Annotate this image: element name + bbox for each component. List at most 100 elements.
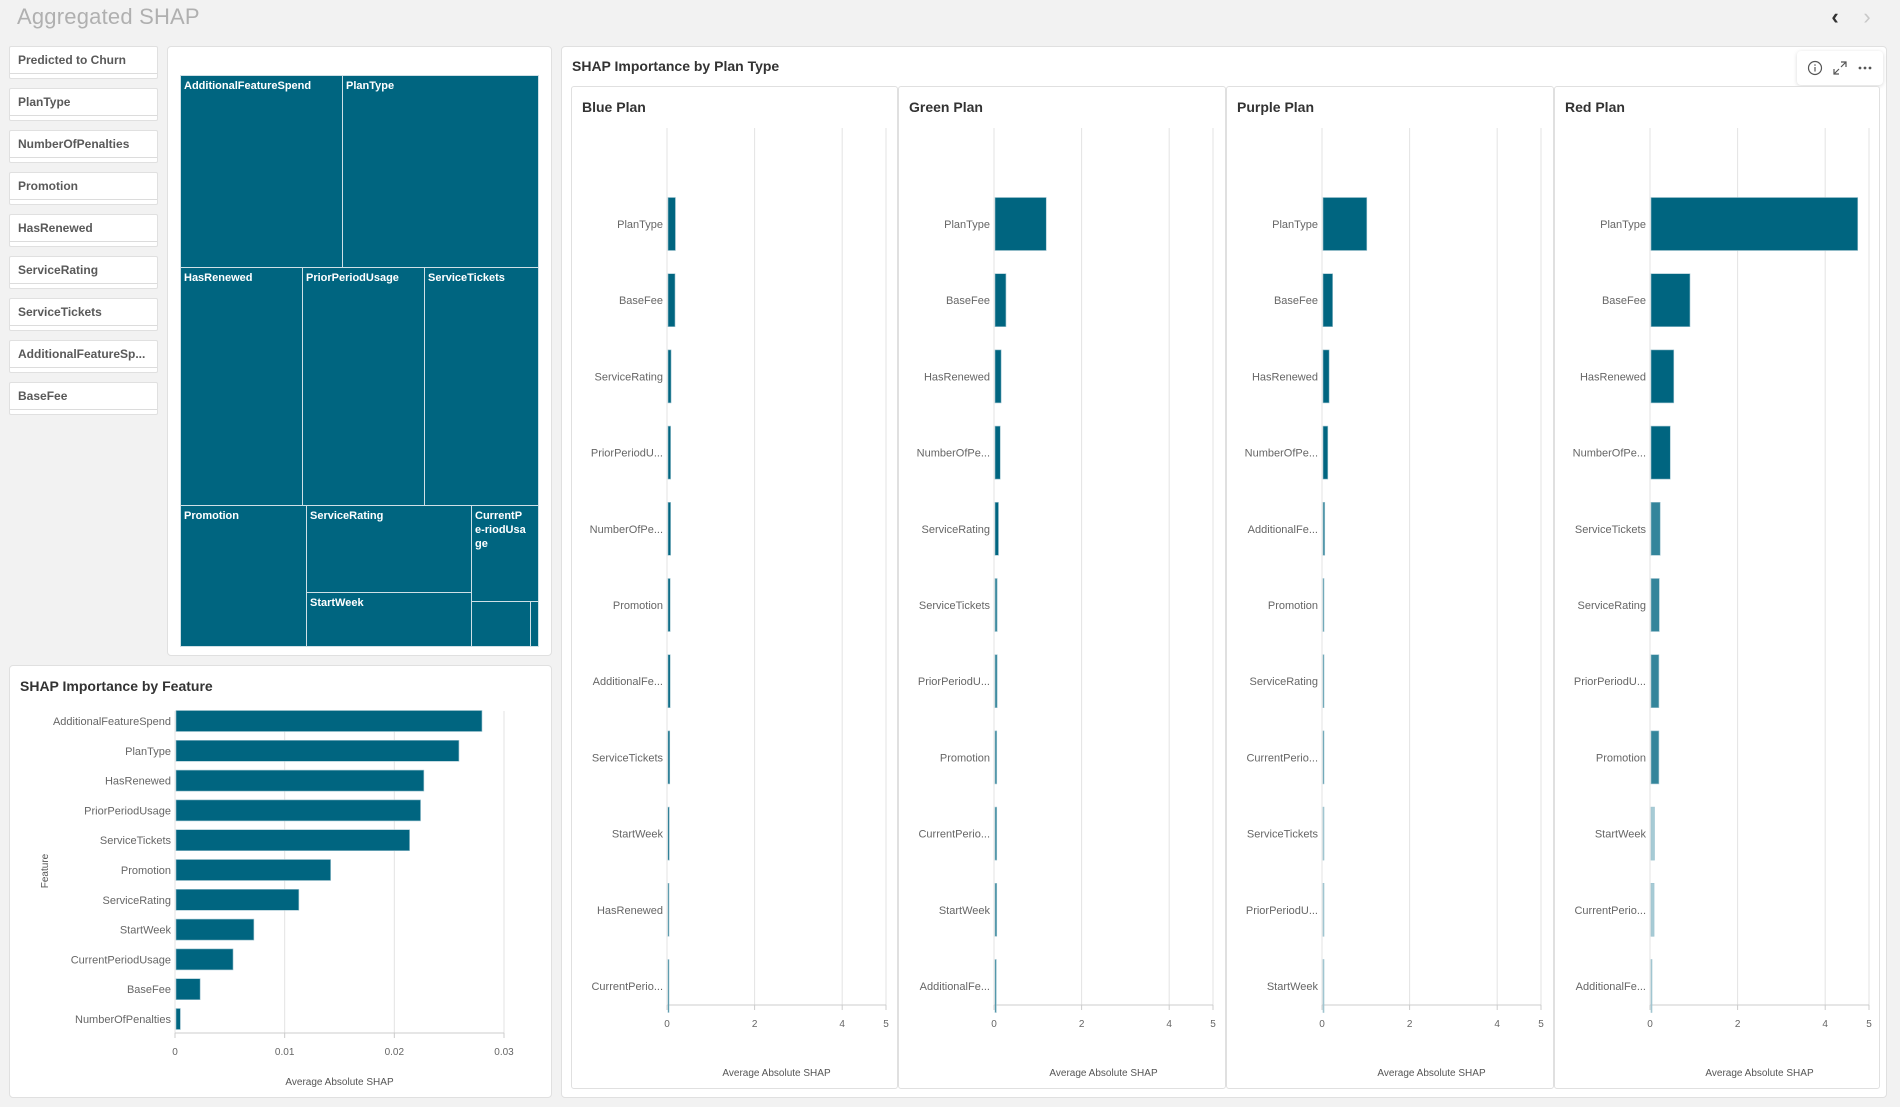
bar-additionalfe[interactable] bbox=[1650, 959, 1653, 1013]
treemap-cell-promotion[interactable]: Promotion bbox=[180, 505, 307, 647]
bar-servicetickets[interactable] bbox=[994, 578, 998, 632]
filter-predicted-to-churn[interactable]: Predicted to Churn bbox=[9, 46, 158, 79]
y-tick-label: ServiceRating bbox=[922, 524, 990, 536]
bar-servicetickets[interactable] bbox=[1650, 501, 1661, 556]
bar-hasrenewed[interactable] bbox=[1322, 349, 1330, 404]
bar-currentperio[interactable] bbox=[1322, 730, 1325, 785]
bar-currentperio[interactable] bbox=[1650, 882, 1655, 937]
bar-servicerating[interactable] bbox=[1650, 578, 1660, 632]
bar-servicetickets[interactable] bbox=[667, 730, 671, 785]
bar-hasrenewed[interactable] bbox=[994, 349, 1002, 404]
bar-additionalfe[interactable] bbox=[1322, 501, 1326, 556]
bar-numberofpe[interactable] bbox=[994, 425, 1001, 480]
treemap-cell-numberofpenalties[interactable] bbox=[530, 601, 539, 647]
bar-hasrenewed[interactable] bbox=[667, 882, 670, 937]
plan-panel-title: SHAP Importance by Plan Type bbox=[572, 58, 780, 74]
bar-basefee[interactable] bbox=[1322, 273, 1333, 327]
info-icon[interactable] bbox=[1805, 58, 1825, 78]
bar-promotion[interactable] bbox=[1322, 578, 1325, 632]
bar-basefee[interactable] bbox=[175, 978, 201, 1001]
bar-plantype[interactable] bbox=[994, 197, 1047, 251]
bar-plantype[interactable] bbox=[667, 197, 676, 251]
purple-plan-panel: Purple Plan 0 2 4 5 Average Absolute SHAP Pla… bbox=[1226, 86, 1554, 1089]
bar-promotion[interactable] bbox=[994, 730, 998, 785]
bar-startweek[interactable] bbox=[994, 882, 998, 937]
treemap-cell-startweek[interactable]: StartWeek bbox=[306, 592, 472, 647]
treemap-cell-priorperiodusage[interactable]: PriorPeriodUsage bbox=[302, 267, 425, 506]
bar-numberofpe[interactable] bbox=[1650, 425, 1671, 480]
bar-priorperiodu[interactable] bbox=[667, 425, 671, 480]
bar-basefee[interactable] bbox=[667, 273, 676, 327]
filter-basefee[interactable]: BaseFee bbox=[9, 382, 158, 415]
y-tick-label: PlanType bbox=[125, 746, 171, 758]
more-icon[interactable] bbox=[1855, 58, 1875, 78]
y-tick-label: CurrentPerio... bbox=[1574, 905, 1646, 917]
bar-additionalfe[interactable] bbox=[667, 654, 671, 709]
bar-plantype[interactable] bbox=[1322, 197, 1368, 251]
bar-startweek[interactable] bbox=[175, 918, 255, 941]
bar-priorperiodu[interactable] bbox=[1322, 882, 1325, 937]
bar-servicerating[interactable] bbox=[175, 889, 300, 911]
filter-hasrenewed[interactable]: HasRenewed bbox=[9, 214, 158, 247]
bar-plantype[interactable] bbox=[175, 740, 460, 762]
bar-startweek[interactable] bbox=[1650, 806, 1655, 861]
filter-numberofpenalties[interactable]: NumberOfPenalties bbox=[9, 130, 158, 163]
bar-basefee[interactable] bbox=[1650, 273, 1691, 327]
expand-icon[interactable] bbox=[1830, 58, 1850, 78]
previous-sheet-button[interactable]: ‹ bbox=[1823, 4, 1847, 30]
bar-priorperiodu[interactable] bbox=[1650, 654, 1660, 709]
filter-label: HasRenewed bbox=[18, 221, 93, 235]
bar-servicetickets[interactable] bbox=[175, 829, 410, 851]
treemap-cell-plantype[interactable]: PlanType bbox=[342, 75, 539, 268]
bar-currentperiodusage[interactable] bbox=[175, 948, 234, 971]
treemap-cell-hasrenewed[interactable]: HasRenewed bbox=[180, 267, 303, 506]
filter-divider bbox=[10, 367, 157, 368]
bar-additionalfe[interactable] bbox=[994, 959, 997, 1013]
y-tick-label: NumberOfPenalties bbox=[75, 1014, 171, 1026]
treemap-cell-basefee[interactable] bbox=[471, 601, 531, 647]
bar-priorperiodusage[interactable] bbox=[175, 799, 421, 822]
bar-servicerating[interactable] bbox=[994, 501, 999, 556]
filter-divider bbox=[10, 283, 157, 284]
x-tick-label: 2 bbox=[1079, 1019, 1085, 1030]
next-sheet-button[interactable]: › bbox=[1855, 4, 1879, 30]
filter-promotion[interactable]: Promotion bbox=[9, 172, 158, 205]
filter-servicetickets[interactable]: ServiceTickets bbox=[9, 298, 158, 331]
bar-servicerating[interactable] bbox=[1322, 654, 1325, 709]
bar-promotion[interactable] bbox=[175, 859, 331, 881]
treemap-cell-additionalfeaturespend[interactable]: AdditionalFeatureSpend bbox=[180, 75, 343, 268]
treemap-cell-servicerating[interactable]: ServiceRating bbox=[306, 505, 472, 593]
filter-servicerating[interactable]: ServiceRating bbox=[9, 256, 158, 289]
treemap-cell-servicetickets[interactable]: ServiceTickets bbox=[424, 267, 539, 506]
bar-servicetickets[interactable] bbox=[1322, 806, 1325, 861]
bar-currentperio[interactable] bbox=[994, 806, 998, 861]
bar-hasrenewed[interactable] bbox=[175, 769, 425, 792]
bar-startweek[interactable] bbox=[1322, 959, 1325, 1013]
bar-promotion[interactable] bbox=[667, 578, 671, 632]
y-tick-label: CurrentPerio... bbox=[591, 981, 663, 993]
filter-plantype[interactable]: PlanType bbox=[9, 88, 158, 121]
bar-priorperiodu[interactable] bbox=[994, 654, 998, 709]
y-tick-label: NumberOfPe... bbox=[1245, 448, 1318, 460]
bar-numberofpe[interactable] bbox=[1322, 425, 1329, 480]
y-tick-label: BaseFee bbox=[127, 984, 171, 996]
bar-startweek[interactable] bbox=[667, 806, 670, 861]
filter-pane: Predicted to Churn PlanType NumberOfPena… bbox=[9, 46, 158, 424]
bar-numberofpe[interactable] bbox=[667, 501, 671, 556]
x-tick-label: 4 bbox=[839, 1019, 845, 1030]
filter-label: ServiceRating bbox=[18, 263, 99, 277]
x-tick-label: 0.03 bbox=[494, 1047, 514, 1058]
treemap-cell-currentperiodusage[interactable]: CurrentPe-riodUsage bbox=[471, 505, 539, 602]
bar-hasrenewed[interactable] bbox=[1650, 349, 1675, 404]
bar-promotion[interactable] bbox=[1650, 730, 1660, 785]
bar-basefee[interactable] bbox=[994, 273, 1007, 327]
bar-numberofpenalties[interactable] bbox=[175, 1008, 181, 1030]
filter-additionalfeaturespend[interactable]: AdditionalFeatureSp... bbox=[9, 340, 158, 373]
bar-currentperio[interactable] bbox=[667, 959, 670, 1013]
x-tick-label: 4 bbox=[1166, 1019, 1172, 1030]
bar-additionalfeaturespend[interactable] bbox=[175, 710, 483, 732]
filter-divider bbox=[10, 241, 157, 242]
bar-plantype[interactable] bbox=[1650, 197, 1859, 251]
y-tick-label: AdditionalFe... bbox=[593, 676, 663, 688]
bar-servicerating[interactable] bbox=[667, 349, 672, 404]
